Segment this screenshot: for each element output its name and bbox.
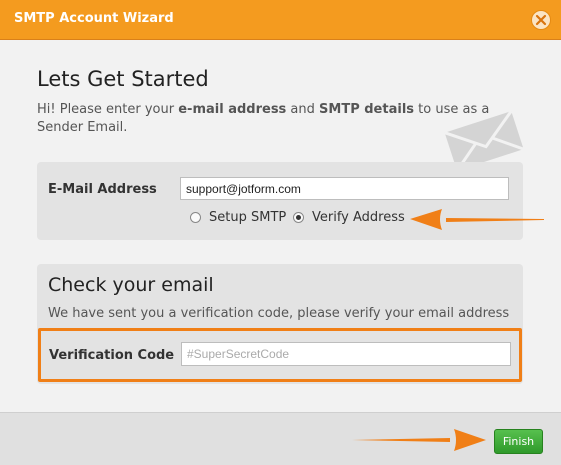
email-input[interactable] [180,177,509,200]
wizard-footer: Finish [0,412,561,465]
close-icon [535,14,547,26]
finish-button[interactable]: Finish [494,429,543,454]
arrow-icon [410,209,544,230]
verification-highlight: Verification Code [38,328,522,382]
window-title: SMTP Account Wizard [14,11,174,26]
finish-arrow-icon [352,429,486,451]
verify-title: Check your email [48,274,214,296]
verify-address-radio[interactable] [293,212,304,223]
page-title: Lets Get Started [37,67,209,91]
verify-address-label[interactable]: Verify Address [312,210,405,225]
window-titlebar: SMTP Account Wizard [0,0,561,40]
setup-smtp-label[interactable]: Setup SMTP [209,210,286,225]
close-button[interactable] [531,10,551,30]
email-label: E-Mail Address [48,182,157,197]
wizard-content: Lets Get Started Hi! Please enter your e… [0,40,561,412]
envelope-icon [444,110,525,168]
verify-panel: Check your email We have sent you a veri… [37,264,523,384]
verify-description: We have sent you a verification code, pl… [48,306,510,321]
verification-code-label: Verification Code [49,348,175,363]
verification-code-input[interactable] [181,342,511,366]
setup-smtp-radio[interactable] [190,212,201,223]
